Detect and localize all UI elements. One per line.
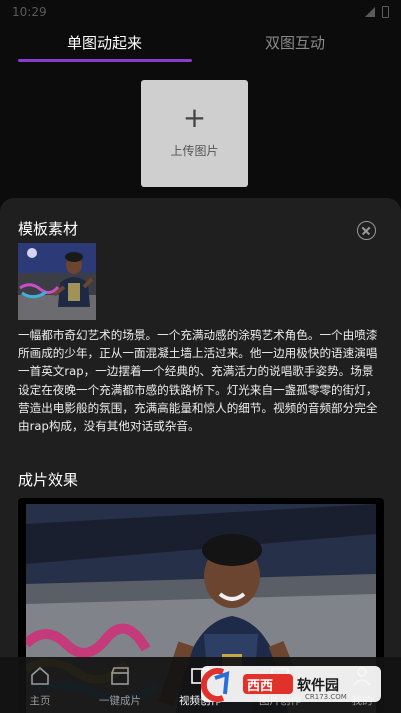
clapperboard-icon <box>111 667 129 685</box>
template-sheet: 模板素材 一幅都市奇幻艺术的场景。一个充满动感的涂鸦艺术角色。一个由喷漆所画成的… <box>0 198 401 713</box>
nav-item-home[interactable]: 主页 <box>16 657 64 713</box>
home-icon <box>31 666 49 685</box>
status-bar: 10:29 <box>0 0 401 26</box>
upload-image-button[interactable]: + 上传图片 <box>141 80 248 187</box>
battery-icon <box>382 6 389 18</box>
nav-label-home: 主页 <box>29 695 51 707</box>
plus-icon: + <box>182 101 207 134</box>
active-tab-indicator <box>18 59 192 62</box>
nav-label-one-click: 一键成片 <box>99 695 141 707</box>
result-title: 成片效果 <box>18 471 79 489</box>
tab-single-image[interactable]: 单图动起来 <box>67 32 142 53</box>
close-icon[interactable] <box>357 221 376 240</box>
nav-item-one-click[interactable]: 一键成片 <box>94 657 146 713</box>
sheet-title: 模板素材 <box>18 220 79 238</box>
watermark-logo: 西西 软件园 CR173.COM <box>200 664 381 704</box>
tab-dual-image[interactable]: 双图互动 <box>265 32 325 53</box>
status-icons <box>364 6 389 18</box>
template-thumbnail[interactable] <box>18 243 96 320</box>
template-description: 一幅都市奇幻艺术的场景。一个充满动感的涂鸦艺术角色。一个由喷漆所画成的少年，正从… <box>18 328 378 434</box>
watermark-brand-sc: 西西 <box>247 679 273 694</box>
mode-tabs: 单图动起来 双图互动 <box>0 26 401 64</box>
watermark-logo-art: 西西 软件园 CR173.COM <box>200 666 381 702</box>
status-time: 10:29 <box>12 5 47 19</box>
upload-label: 上传图片 <box>170 144 219 158</box>
template-thumbnail-art <box>18 243 96 320</box>
watermark-brand-rest: 软件园 <box>297 677 339 694</box>
watermark-domain: CR173.COM <box>305 693 347 701</box>
signal-icon <box>365 7 375 17</box>
